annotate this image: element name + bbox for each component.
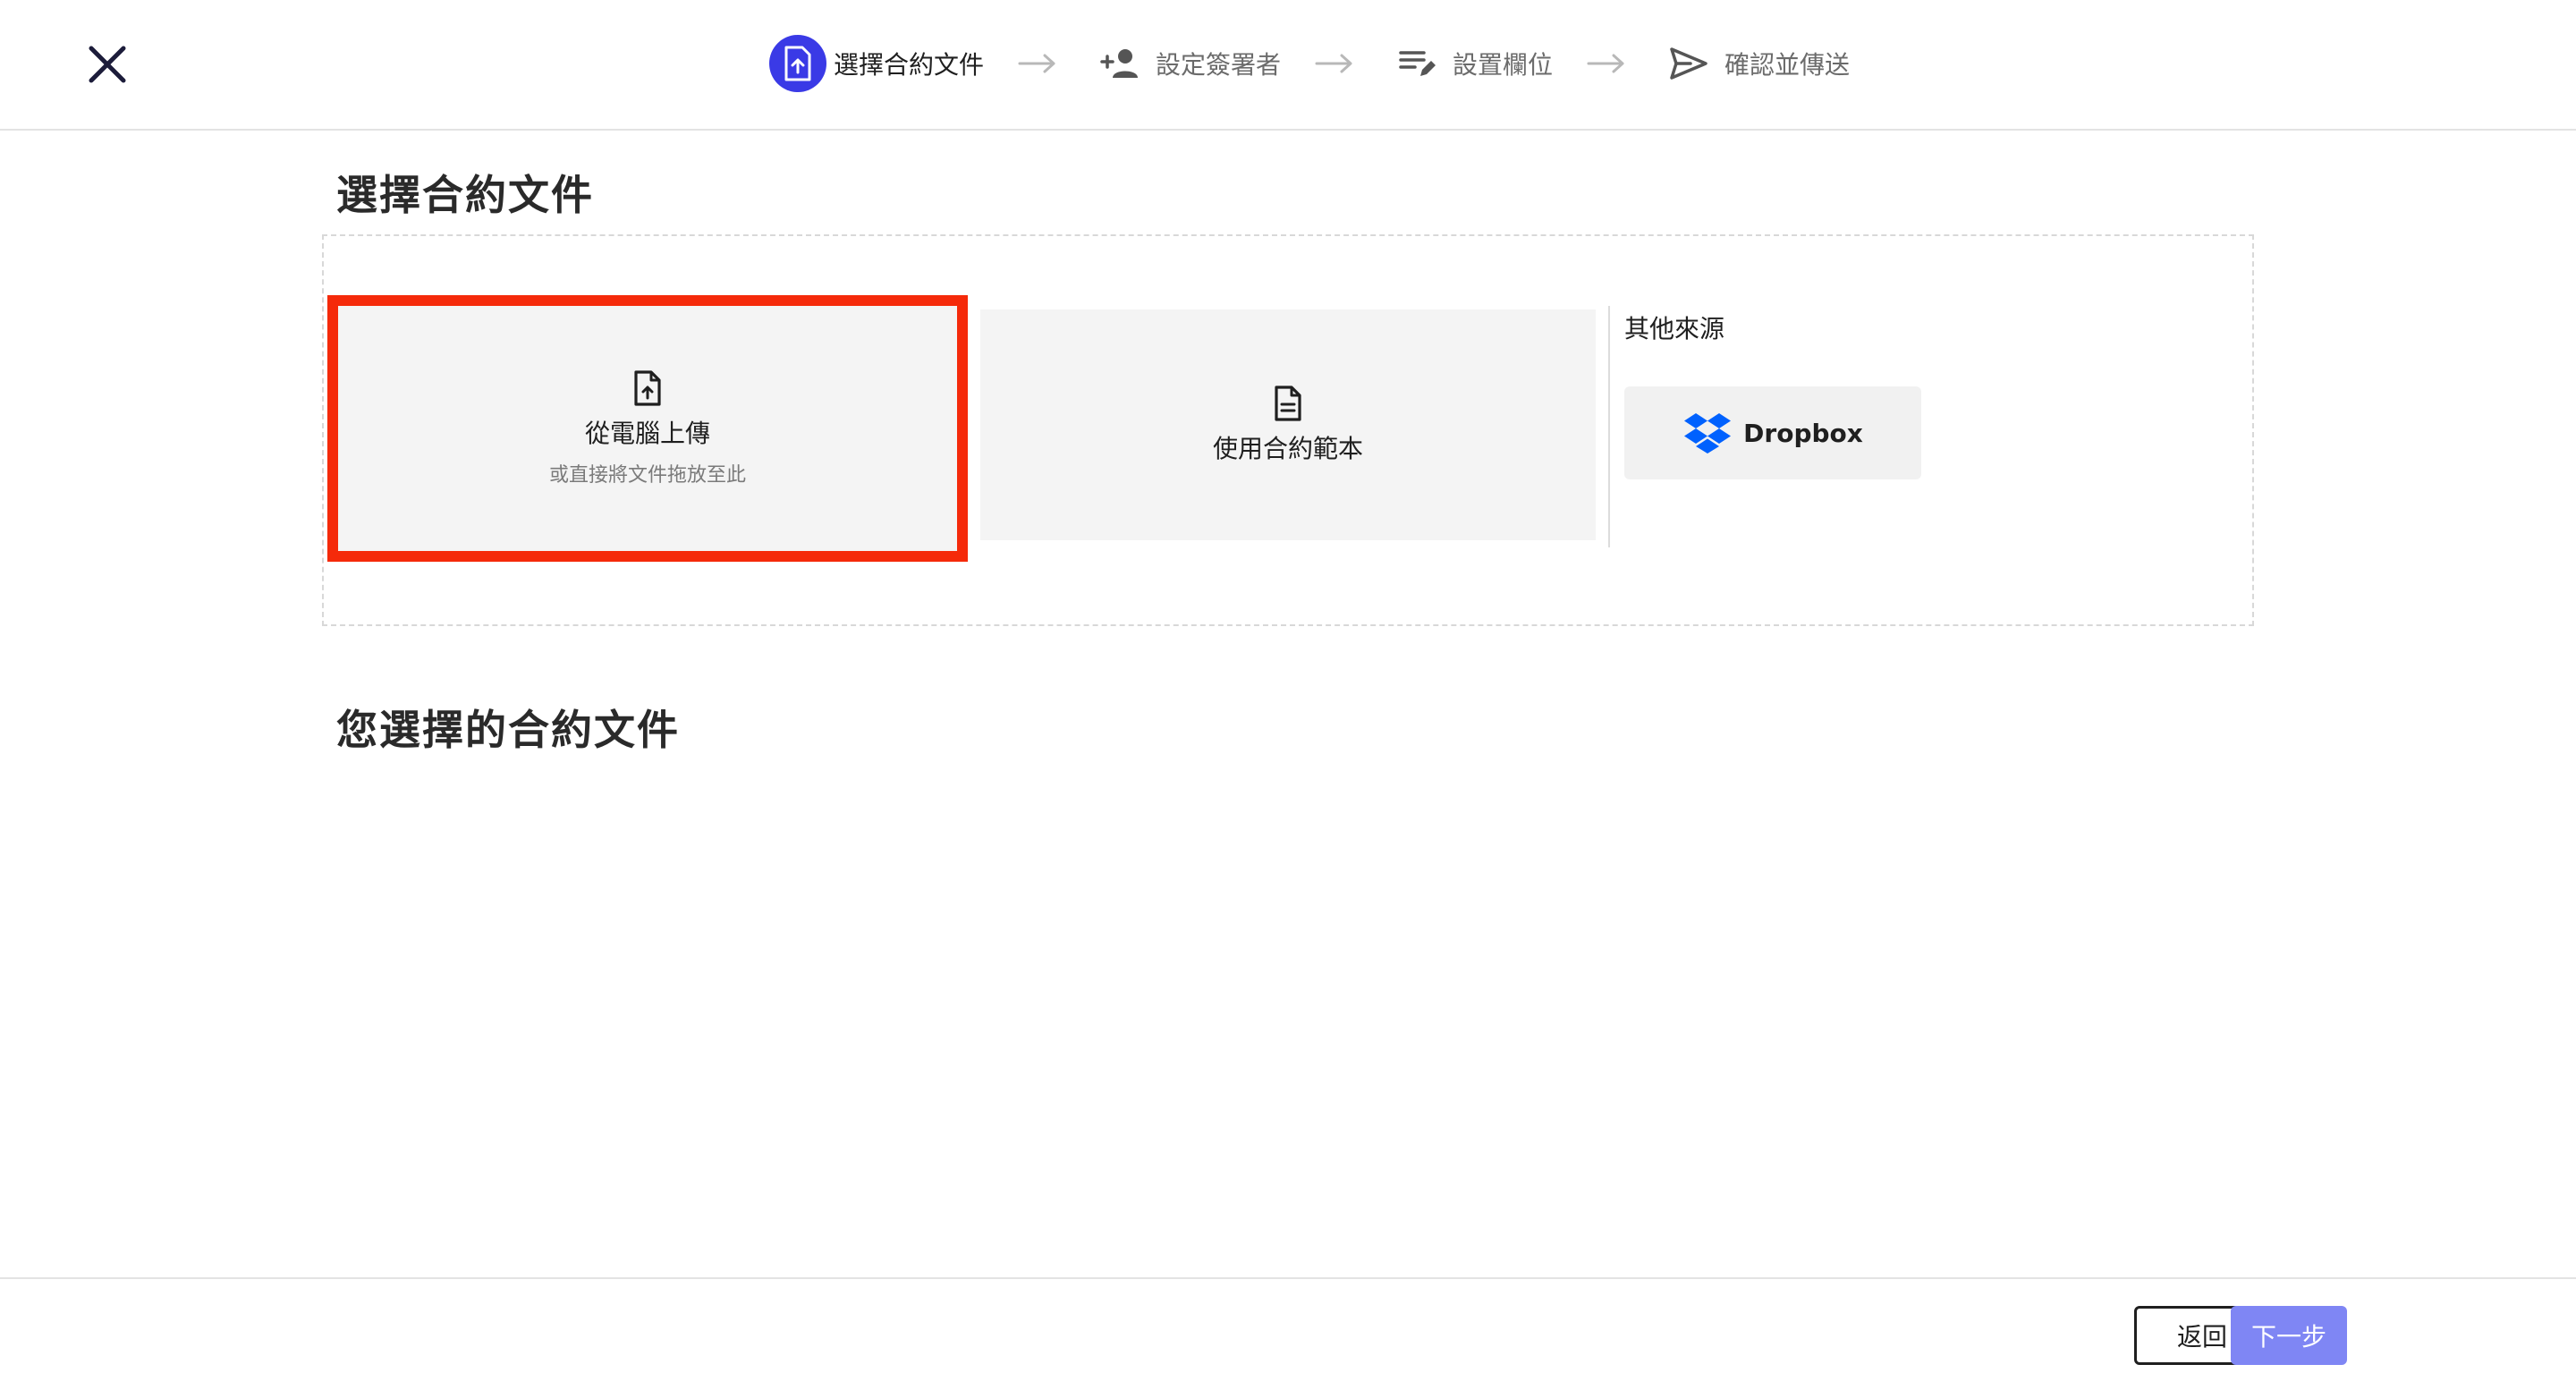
edit-list-icon bbox=[1388, 35, 1445, 92]
step-label: 選擇合約文件 bbox=[834, 50, 985, 80]
file-upload-icon bbox=[634, 370, 661, 406]
dropbox-button[interactable]: Dropbox bbox=[1624, 386, 1921, 479]
next-button[interactable]: 下一步 bbox=[2231, 1306, 2347, 1365]
selected-documents-title: 您選擇的合約文件 bbox=[336, 706, 680, 754]
step-label: 設定簽署者 bbox=[1156, 50, 1282, 80]
dropbox-label: Dropbox bbox=[1743, 418, 1863, 448]
other-sources-label: 其他來源 bbox=[1624, 314, 1725, 343]
arrow-right-icon bbox=[1011, 46, 1064, 81]
file-upload-icon bbox=[769, 35, 826, 92]
template-card-title: 使用合約範本 bbox=[1212, 434, 1363, 463]
close-button[interactable] bbox=[79, 36, 136, 93]
dropbox-icon bbox=[1684, 413, 1732, 453]
divider bbox=[1608, 306, 1610, 547]
send-icon bbox=[1660, 35, 1717, 92]
person-add-icon bbox=[1091, 35, 1148, 92]
step-set-signers: 設定簽署者 bbox=[1091, 32, 1281, 95]
upload-from-computer-button[interactable]: 從電腦上傳 或直接將文件拖放至此 bbox=[327, 295, 968, 562]
upload-card-title: 從電腦上傳 bbox=[584, 419, 710, 448]
page-title: 選擇合約文件 bbox=[336, 171, 594, 219]
arrow-right-icon bbox=[1308, 46, 1361, 81]
top-bar: 選擇合約文件 設定簽署者 設置欄位 確認並傳送 bbox=[0, 0, 2576, 131]
upload-card-subtitle: 或直接將文件拖放至此 bbox=[548, 464, 746, 487]
step-label: 確認並傳送 bbox=[1724, 50, 1851, 80]
document-icon bbox=[1275, 386, 1301, 421]
use-template-button[interactable]: 使用合約範本 bbox=[980, 309, 1596, 540]
close-icon bbox=[89, 46, 126, 83]
step-label: 設置欄位 bbox=[1453, 50, 1554, 80]
step-confirm-send: 確認並傳送 bbox=[1660, 32, 1850, 95]
step-set-fields: 設置欄位 bbox=[1388, 32, 1553, 95]
progress-steps: 選擇合約文件 設定簽署者 設置欄位 確認並傳送 bbox=[769, 32, 1850, 95]
step-choose-document: 選擇合約文件 bbox=[769, 32, 984, 95]
arrow-right-icon bbox=[1580, 46, 1633, 81]
